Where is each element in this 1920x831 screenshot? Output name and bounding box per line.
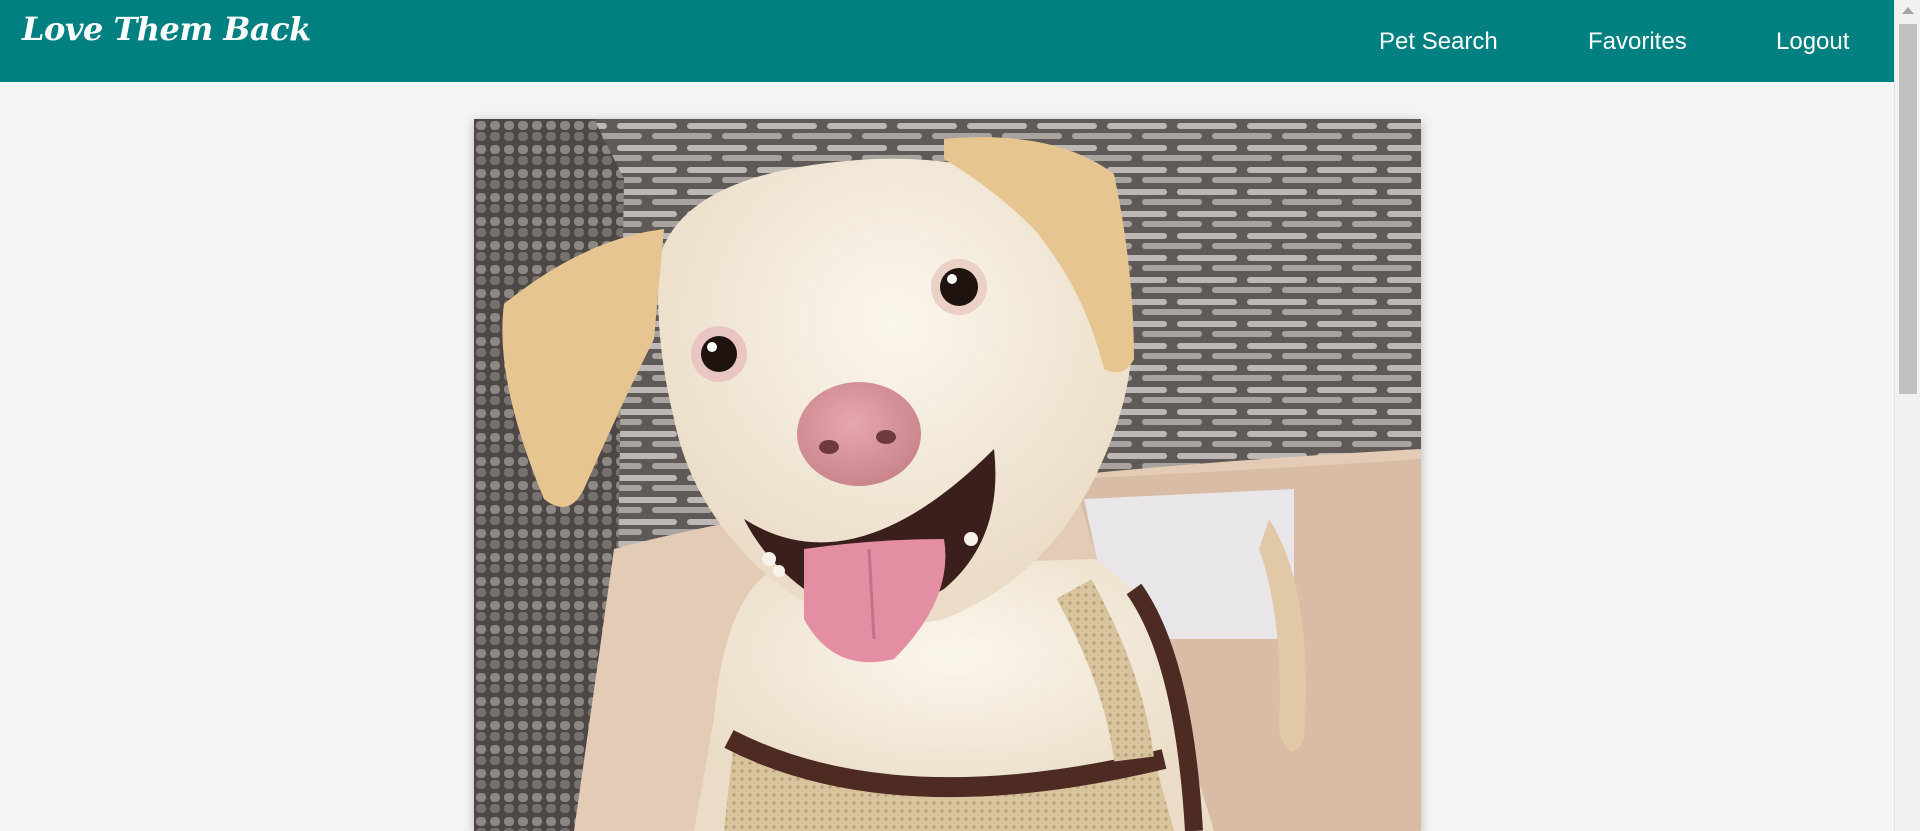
pet-photo-card xyxy=(474,119,1421,831)
nav-pet-search-link[interactable]: Pet Search xyxy=(1379,28,1498,56)
scroll-up-arrow-icon[interactable] xyxy=(1902,7,1914,14)
scrollbar-thumb[interactable] xyxy=(1899,24,1917,394)
top-navbar: Love Them Back Pet Search Favorites Logo… xyxy=(0,0,1894,82)
nav-logout-link[interactable]: Logout xyxy=(1776,28,1849,56)
vertical-scrollbar[interactable] xyxy=(1894,0,1920,831)
brand-logo[interactable]: Love Them Back xyxy=(22,10,311,48)
nav-favorites-link[interactable]: Favorites xyxy=(1588,28,1687,56)
pet-photo xyxy=(474,119,1421,831)
main-content xyxy=(0,82,1894,831)
